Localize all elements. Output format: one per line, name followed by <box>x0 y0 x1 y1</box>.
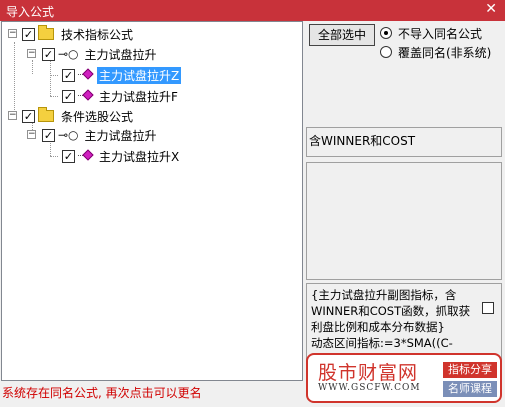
window-title: 导入公式 <box>6 5 55 19</box>
expander-toggle[interactable]: − <box>8 29 17 38</box>
formula-icon <box>78 68 94 81</box>
tree-node-label: 主力试盘拉升F <box>99 89 178 104</box>
status-message: 系统存在同名公式, 再次点击可以更名 <box>2 386 202 400</box>
tree-node-label: 主力试盘拉升Z <box>97 66 182 84</box>
site-watermark: 股市财富网 WWW.GSCFW.COM 指标分享 名师课程 <box>306 353 502 403</box>
tree-node-label: 条件选股公式 <box>61 109 134 124</box>
node-checkbox[interactable]: ✓ <box>42 47 55 61</box>
radio-no-import[interactable]: 不导入同名公式 <box>380 25 482 41</box>
formula-icon <box>78 149 94 162</box>
close-icon[interactable]: ✕ <box>485 1 497 17</box>
node-checkbox[interactable]: ✓ <box>62 149 75 163</box>
tree-node-tech-indicators[interactable]: ✓ 技术指标公式 <box>22 25 135 43</box>
tree-node-formula-f[interactable]: ✓ 主力试盘拉升F <box>62 87 180 105</box>
tree-node-stock-screening[interactable]: ✓ 条件选股公式 <box>22 107 135 125</box>
tree-node-label: 主力试盘拉升 <box>84 47 157 62</box>
watermark-tag-share: 指标分享 <box>443 362 497 378</box>
tree-node-label: 主力试盘拉升X <box>99 149 180 164</box>
title-bar: 导入公式 ✕ <box>0 0 505 21</box>
node-checkbox[interactable]: ✓ <box>22 109 35 123</box>
tree-node-formula-group-2[interactable]: ✓ ⊸○ 主力试盘拉升 <box>42 126 159 144</box>
watermark-site-name: 股市财富网 <box>318 362 419 384</box>
tree-node-formula-group[interactable]: ✓ ⊸○ 主力试盘拉升 <box>42 45 159 63</box>
folder-icon <box>38 107 54 122</box>
expander-toggle[interactable]: − <box>27 130 36 139</box>
formula-description: {主力试盘拉升副图指标，含WINNER和COST函数，抓取获利盘比例和成本分布数… <box>311 288 471 350</box>
radio-label: 不导入同名公式 <box>398 26 483 41</box>
radio-button[interactable] <box>380 46 392 58</box>
radio-label: 覆盖同名(非系统) <box>398 45 492 60</box>
formula-tree[interactable]: − ✓ 技术指标公式 − ✓ ⊸○ 主力试盘拉升 ✓ 主力试盘拉升Z ✓ 主力试… <box>1 21 303 381</box>
expander-toggle[interactable]: − <box>27 49 36 58</box>
node-checkbox[interactable]: ✓ <box>62 89 75 103</box>
tree-node-label: 技术指标公式 <box>61 27 134 42</box>
formula-detail-panel <box>306 162 502 280</box>
node-checkbox[interactable]: ✓ <box>22 27 35 41</box>
formula-info-header: 含WINNER和COST <box>306 127 502 157</box>
tree-node-formula-z[interactable]: ✓ 主力试盘拉升Z <box>62 66 182 84</box>
watermark-tag-course: 名师课程 <box>443 381 497 397</box>
radio-overwrite[interactable]: 覆盖同名(非系统) <box>380 44 491 60</box>
node-checkbox[interactable]: ✓ <box>62 68 75 82</box>
tree-node-label: 主力试盘拉升 <box>84 128 157 143</box>
key-icon: ⊸○ <box>58 47 79 61</box>
expander-toggle[interactable]: − <box>8 111 17 120</box>
description-checkbox[interactable] <box>482 302 494 314</box>
key-icon: ⊸○ <box>58 128 79 142</box>
watermark-url: WWW.GSCFW.COM <box>318 383 421 393</box>
select-all-button[interactable]: 全部选中 <box>309 24 375 46</box>
node-checkbox[interactable]: ✓ <box>42 128 55 142</box>
formula-icon <box>78 89 94 102</box>
radio-button[interactable] <box>380 27 392 39</box>
tree-node-formula-x[interactable]: ✓ 主力试盘拉升X <box>62 147 181 165</box>
folder-icon <box>38 25 54 40</box>
